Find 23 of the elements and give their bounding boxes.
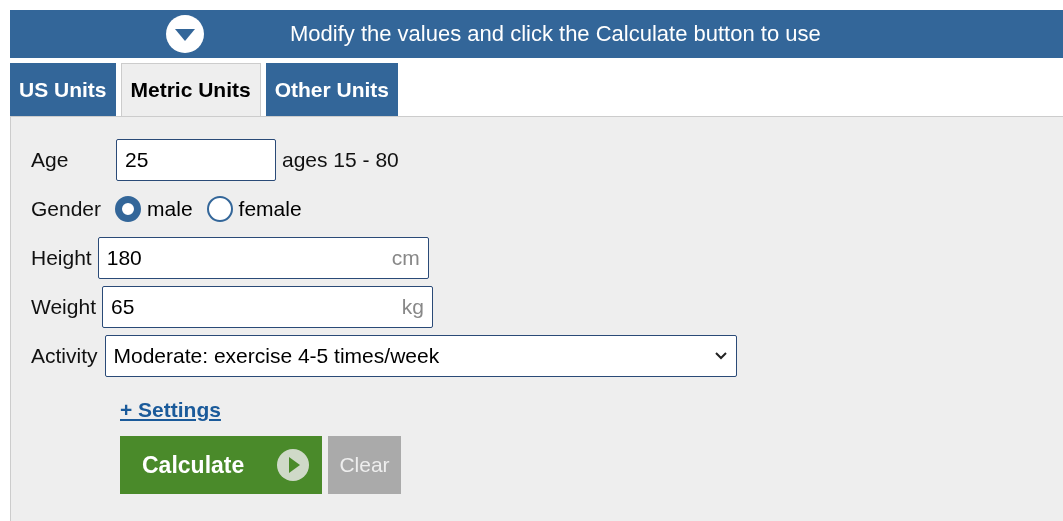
radio-button[interactable] [206,195,233,222]
unit-tab[interactable]: Other Units [265,63,399,116]
radio-label: male [147,196,193,221]
hint-text: ages 15 - 80 [282,147,399,172]
caret-icon [713,350,728,361]
calculate-button[interactable]: Calculate [120,436,322,494]
number-field[interactable]: 65 kg [102,285,433,328]
banner-text: Modify the values and click the Calculate button to use [290,21,821,47]
unit-tab[interactable]: Metric Units [120,63,261,116]
settings-link[interactable]: + Settings [120,398,221,422]
field-label: Weight [31,294,96,319]
unit-tab[interactable]: US Units [10,63,116,116]
radio-button[interactable] [115,195,142,222]
field-label: Activity [31,343,98,368]
field-label: Age [31,147,70,172]
field-label: Height [31,245,92,270]
activity-select[interactable]: Moderate: exercise 4-5 times/week [104,334,737,377]
collapse-icon[interactable] [166,15,204,53]
age-field[interactable]: 25 [116,138,276,181]
radio-label: female [238,196,302,221]
play-icon [276,448,310,482]
number-field[interactable]: 180 cm [97,236,429,279]
field-label: Gender [31,196,102,221]
